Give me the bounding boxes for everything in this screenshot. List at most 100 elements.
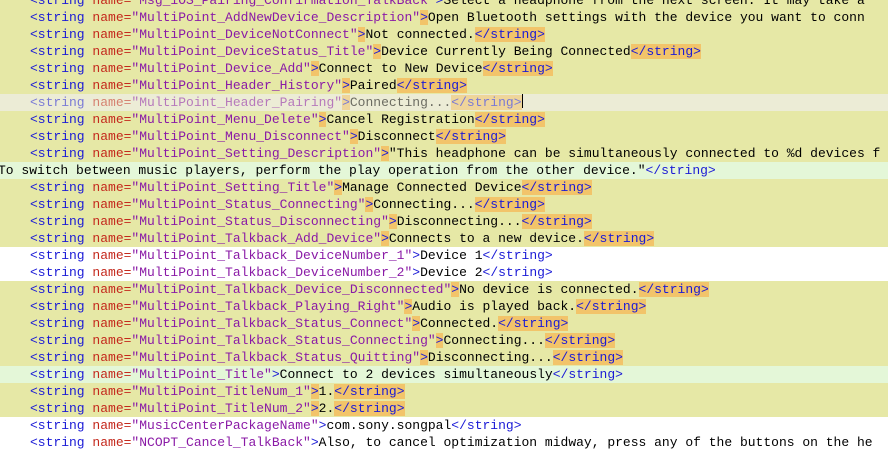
close-tag: </string> [552, 350, 623, 365]
attr-value: "MultiPoint_TitleNum_2" [131, 401, 311, 416]
attr-value: "MultiPoint_Talkback_Status_Connect" [131, 316, 413, 331]
code-line[interactable]: <string name="MultiPoint_TitleNum_1">1.<… [0, 383, 888, 400]
code-line[interactable]: <string name="MultiPoint_Header_History"… [0, 77, 888, 94]
xml-editor[interactable]: <string name= "Msg_iOS_Pairing_Confirmati… [0, 0, 888, 451]
code-line[interactable]: <string name="MultiPoint_Talkback_Add_De… [0, 230, 888, 247]
tag-close: > [310, 435, 319, 450]
attr-name: name= [84, 78, 132, 93]
tag-close: > [420, 350, 428, 365]
attr-name: name= [84, 418, 132, 433]
close-tag: </string> [451, 418, 522, 433]
attr-value: "MultiPoint_Title" [131, 367, 272, 382]
tag-close: > [381, 146, 389, 161]
code-line[interactable]: <string name="MultiPoint_Talkback_Device… [0, 247, 888, 264]
attr-name: name= [84, 316, 132, 331]
code-line[interactable]: <string name="MultiPoint_Status_Connecti… [0, 196, 888, 213]
string-value: Connecting... [443, 333, 545, 348]
string-value: Open Bluetooth settings with the device … [427, 10, 865, 25]
attr-name: name= [84, 265, 132, 280]
close-tag: </string> [482, 61, 553, 76]
code-line[interactable]: <string name="MultiPoint_Menu_Disconnect… [0, 128, 888, 145]
open-tag: <string [30, 95, 85, 110]
tag-close: > [310, 401, 319, 416]
string-value: Paired [349, 78, 397, 93]
attr-name: name= [84, 282, 132, 297]
close-tag: </string> [435, 129, 506, 144]
open-tag: <string [30, 265, 85, 280]
close-tag: </string> [552, 367, 623, 382]
code-line[interactable]: <string name="MultiPoint_Setting_Title">… [0, 179, 888, 196]
attr-name: name= [84, 299, 132, 314]
string-value: Connect to 2 devices simultaneously [279, 367, 553, 382]
attr-value: "MultiPoint_Header_Pairing" [131, 95, 343, 110]
attr-value: "MultiPoint_DeviceNotConnect" [131, 27, 358, 42]
string-value: Not connected. [365, 27, 475, 42]
open-tag: <string [30, 197, 85, 212]
string-value: 2. [318, 401, 335, 416]
attr-value: "MultiPoint_Setting_Title" [131, 180, 335, 195]
code-line[interactable]: <string name="MultiPoint_TitleNum_2">2.<… [0, 400, 888, 417]
close-tag: </string> [521, 180, 592, 195]
attr-value: "MultiPoint_TitleNum_1" [131, 384, 311, 399]
code-line[interactable]: <string name="MultiPoint_AddNewDevice_De… [0, 9, 888, 26]
code-line[interactable]: <string name="MultiPoint_Talkback_Status… [0, 332, 888, 349]
close-tag: </string> [474, 27, 545, 42]
tag-close: > [388, 214, 397, 229]
close-tag: </string> [521, 214, 592, 229]
code-line[interactable]: <string name="MultiPoint_Talkback_Status… [0, 349, 888, 366]
code-line[interactable]: <string name="MultiPoint_Talkback_Device… [0, 264, 888, 281]
tag-close: > [420, 10, 428, 25]
code-line[interactable]: <string name="MultiPoint_Talkback_Playin… [0, 298, 888, 315]
attr-name: name= [84, 333, 132, 348]
close-tag: </string> [645, 163, 716, 178]
attr-name: name= [84, 384, 132, 399]
attr-value: "MultiPoint_Talkback_Status_Connecting" [131, 333, 436, 348]
string-value: Connecting... [349, 95, 452, 110]
string-value: No device is connected. [459, 282, 639, 297]
code-line[interactable]: <string name="MultiPoint_Talkback_Device… [0, 281, 888, 298]
close-tag: </string> [638, 282, 709, 297]
code-line[interactable]: <string name="MultiPoint_DeviceStatus_Ti… [0, 43, 888, 60]
tag-close: > [381, 231, 389, 246]
open-tag: <string [30, 367, 85, 382]
attr-value: "Msg_iOS_Pairing_Confirmation_TalkBack" [131, 0, 436, 8]
code-line[interactable]: <string name="MultiPoint_Status_Disconne… [0, 213, 888, 230]
close-tag: </string> [583, 231, 655, 246]
code-line[interactable]: <string name="NCOPT_Cancel_TalkBack">Als… [0, 434, 888, 451]
close-tag: </string> [576, 299, 647, 314]
code-line[interactable]: <string name="MultiPoint_Title">Connect … [0, 366, 888, 383]
open-tag: <string [30, 27, 85, 42]
string-value: Also, to cancel optimization midway, pre… [318, 435, 873, 450]
string-value: Connected. [420, 316, 499, 331]
code-line[interactable]: <string name="MusicCenterPackageName">co… [0, 417, 888, 434]
open-tag: <string [30, 248, 85, 263]
string-value: Audio is played back. [412, 299, 577, 314]
close-tag: </string> [334, 401, 405, 416]
code-line[interactable]: <string name="MultiPoint_Menu_Delete">Ca… [0, 111, 888, 128]
attr-value: "MusicCenterPackageName" [131, 418, 319, 433]
attr-name: name= [84, 435, 132, 450]
code-line[interactable]: <string name="Msg_iOS_Pairing_Confirmati… [0, 0, 888, 9]
open-tag: <string [30, 418, 85, 433]
open-tag: <string [30, 10, 85, 25]
attr-name: name= [84, 10, 132, 25]
string-value: "This headphone can be simultaneously co… [388, 146, 881, 161]
code-line[interactable]: <string name="MultiPoint_DeviceNotConnec… [0, 26, 888, 43]
code-line[interactable]: To switch between music players, perform… [0, 162, 888, 179]
attr-value: "MultiPoint_Talkback_Device_Disconnected… [131, 282, 452, 297]
attr-name: name= [84, 95, 132, 110]
close-tag: </string> [474, 197, 545, 212]
attr-name: name= [84, 401, 132, 416]
code-line-current[interactable]: <string name="MultiPoint_Header_Pairing"… [0, 94, 888, 111]
string-value: Disconnecting... [396, 214, 522, 229]
open-tag: <string [30, 78, 85, 93]
open-tag: <string [30, 129, 85, 144]
code-line[interactable]: <string name="MultiPoint_Device_Add">Con… [0, 60, 888, 77]
attr-value: "MultiPoint_Device_Add" [131, 61, 311, 76]
code-line[interactable]: <string name="MultiPoint_Setting_Descrip… [0, 145, 888, 162]
open-tag: <string [30, 146, 85, 161]
string-value: Disconnect [357, 129, 436, 144]
tag-close: > [334, 180, 343, 195]
code-line[interactable]: <string name="MultiPoint_Talkback_Status… [0, 315, 888, 332]
string-value: Connects to a new device. [388, 231, 584, 246]
